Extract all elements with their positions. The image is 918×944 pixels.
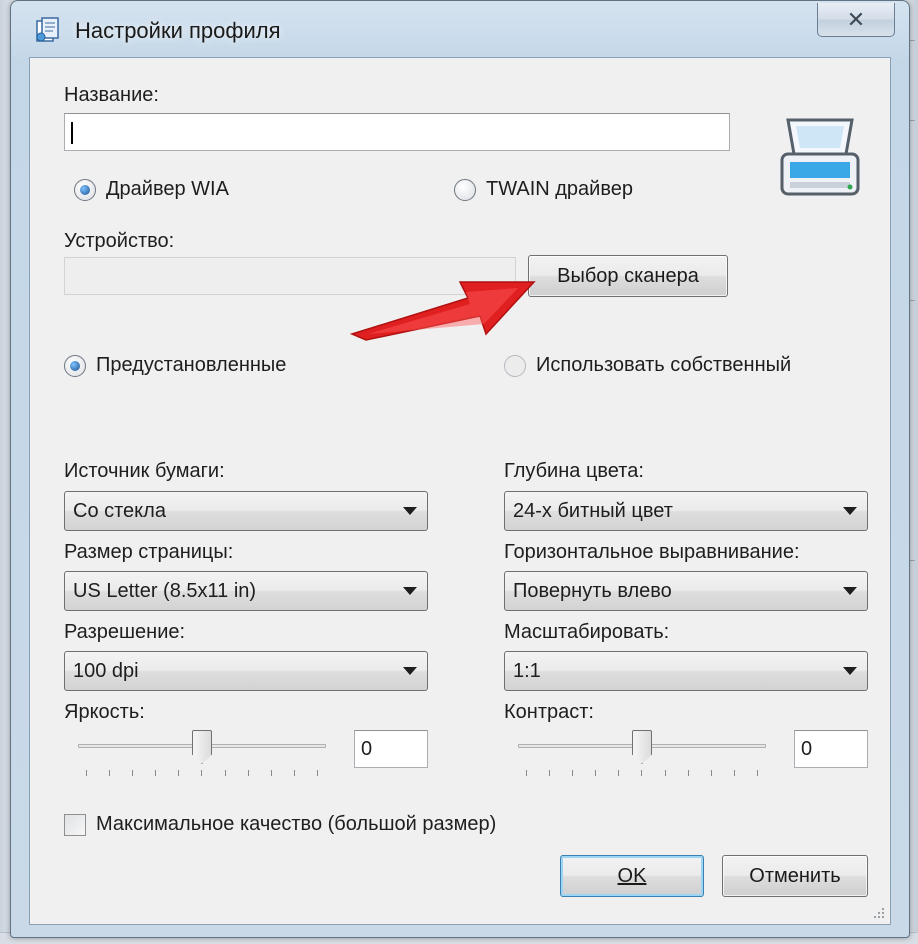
slider-thumb[interactable] — [192, 730, 212, 764]
radio-wia-driver[interactable]: Драйвер WIA — [74, 178, 229, 201]
chevron-down-icon — [403, 667, 417, 675]
brightness-slider[interactable] — [78, 730, 326, 780]
page-size-label: Размер страницы: — [64, 541, 234, 563]
chevron-down-icon — [403, 507, 417, 515]
radio-preset[interactable]: Предустановленные — [64, 354, 286, 377]
select-scanner-button[interactable]: Выбор сканера — [528, 255, 728, 297]
color-depth-select[interactable]: 24-х битный цвет — [504, 491, 868, 531]
radio-wia-label: Драйвер WIA — [106, 178, 229, 200]
chevron-down-icon — [843, 667, 857, 675]
resolution-select[interactable]: 100 dpi — [64, 651, 428, 691]
brightness-label: Яркость: — [64, 701, 145, 723]
horizontal-align-label: Горизонтальное выравнивание: — [504, 541, 800, 563]
text-caret — [71, 122, 73, 144]
paper-source-select[interactable]: Со стекла — [64, 491, 428, 531]
radio-twain-driver[interactable]: TWAIN драйвер — [454, 178, 633, 201]
ok-button[interactable]: OK — [560, 855, 704, 897]
dialog-body: Название: Драйвер WIA TWAIN драйвер Устр… — [29, 57, 891, 925]
scale-label: Масштабировать: — [504, 621, 670, 643]
radio-twain-label: TWAIN драйвер — [486, 178, 633, 200]
device-label: Устройство: — [64, 230, 175, 252]
max-quality-label: Максимальное качество (большой размер) — [96, 813, 497, 835]
scanner-icon — [780, 118, 860, 196]
radio-button[interactable] — [454, 178, 476, 201]
scale-select[interactable]: 1:1 — [504, 651, 868, 691]
radio-preset-label: Предустановленные — [96, 354, 287, 376]
slider-thumb[interactable] — [632, 730, 652, 764]
cancel-button[interactable]: Отменить — [722, 855, 868, 897]
max-quality-checkbox[interactable]: Максимальное качество (большой размер) — [64, 813, 496, 836]
checkbox[interactable] — [64, 813, 86, 836]
profile-settings-dialog: Настройки профиля ✕ Название: Драйвер WI… — [10, 0, 910, 938]
document-settings-icon — [36, 17, 59, 42]
name-label: Название: — [64, 84, 159, 106]
chevron-down-icon — [403, 587, 417, 595]
close-icon: ✕ — [846, 6, 866, 32]
page-size-select[interactable]: US Letter (8.5x11 in) — [64, 571, 428, 611]
horizontal-align-select[interactable]: Повернуть влево — [504, 571, 868, 611]
title-bar[interactable]: Настройки профиля ✕ — [11, 1, 909, 57]
slider-ticks — [86, 770, 318, 776]
window-title: Настройки профиля — [75, 18, 281, 43]
radio-custom-label: Использовать собственный — [536, 354, 792, 376]
resolution-label: Разрешение: — [64, 621, 186, 643]
resize-grip-icon[interactable] — [870, 904, 886, 920]
slider-ticks — [526, 770, 758, 776]
paper-source-label: Источник бумаги: — [64, 460, 225, 482]
red-arrow-icon — [349, 281, 536, 341]
color-depth-label: Глубина цвета: — [504, 460, 644, 482]
radio-button[interactable] — [74, 178, 96, 201]
chevron-down-icon — [843, 507, 857, 515]
contrast-input[interactable]: 0 — [794, 730, 868, 768]
close-button[interactable]: ✕ — [817, 3, 895, 37]
radio-button[interactable] — [64, 354, 86, 377]
contrast-slider[interactable] — [518, 730, 766, 780]
brightness-input[interactable]: 0 — [354, 730, 428, 768]
contrast-label: Контраст: — [504, 701, 594, 723]
radio-custom[interactable]: Использовать собственный — [504, 354, 791, 377]
name-input[interactable] — [64, 113, 730, 151]
radio-button[interactable] — [504, 354, 526, 377]
chevron-down-icon — [843, 587, 857, 595]
